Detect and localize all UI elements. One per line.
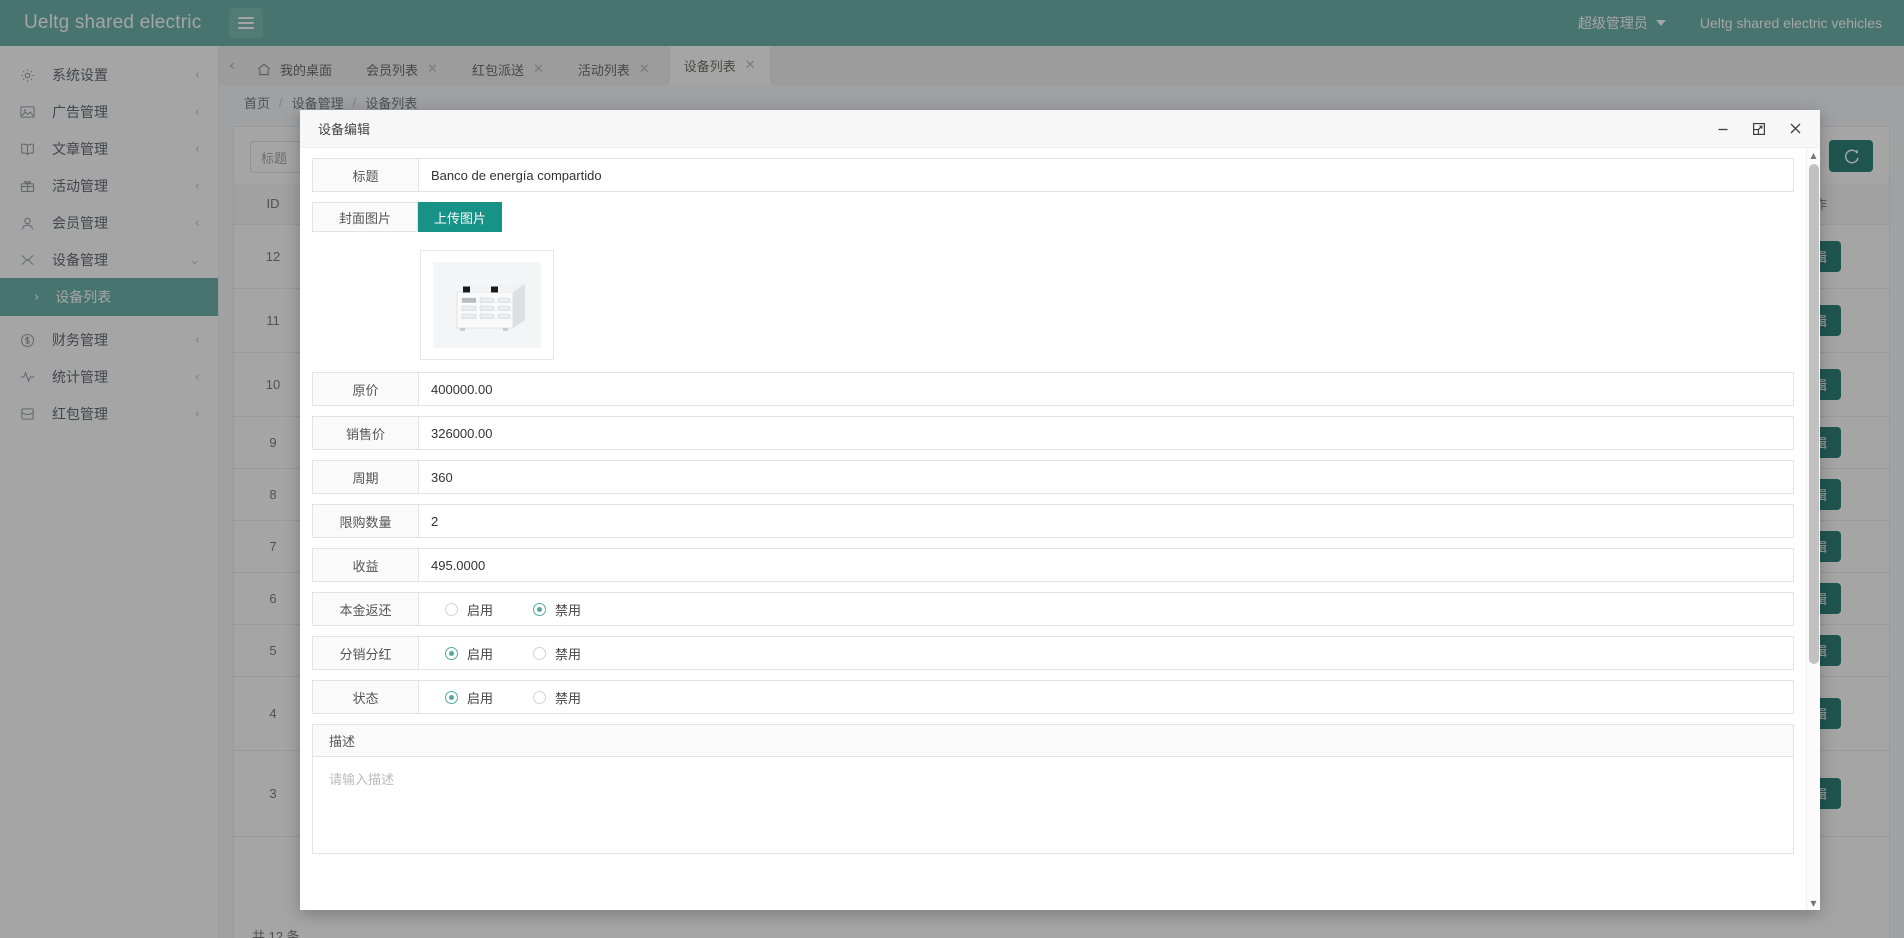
distribution-dividend-radio-group: 启用 禁用 [431,644,581,663]
field-label-income: 收益 [313,549,419,581]
field-label-purchase-limit: 限购数量 [313,505,419,537]
radio-icon-selected [445,690,458,704]
radio-label: 启用 [467,646,494,662]
modal-form: 标题 Banco de energía compartido 封面图片 上传图片 [300,148,1806,910]
form-row-sale-price: 销售价 326000.00 [312,416,1794,450]
field-label-original-price: 原价 [313,373,419,405]
field-label-description: 描述 [313,725,1793,757]
close-button[interactable] [1780,115,1810,143]
radio-icon [445,602,458,616]
principal-return-disable-option[interactable]: 禁用 [533,600,581,619]
field-label-cover-image: 封面图片 [312,202,418,232]
principal-return-enable-option[interactable]: 启用 [445,600,493,619]
modal-body: 标题 Banco de energía compartido 封面图片 上传图片 [300,148,1820,910]
radio-icon-selected [533,602,547,616]
radio-icon [533,690,547,704]
triangle-up-icon[interactable]: ▲ [1807,148,1820,162]
field-label-sale-price: 销售价 [313,417,419,449]
sale-price-input[interactable]: 326000.00 [419,417,1793,449]
close-icon [1790,123,1800,134]
radio-label: 禁用 [555,602,582,618]
modal-header: 设备编辑 [300,110,1820,148]
form-row-original-price: 原价 400000.00 [312,372,1794,406]
purchase-limit-input[interactable]: 2 [419,505,1793,537]
minimize-icon [1718,128,1728,130]
modal-title: 设备编辑 [318,122,371,137]
modal-scrollbar[interactable]: ▲ ▼ [1806,148,1820,910]
device-edit-modal: 设备编辑 标题 Banco de energía compartido 封面图片… [300,110,1820,910]
app-root: Ueltg shared electric 超级管理员 Ueltg shared… [0,0,1904,938]
form-row-purchase-limit: 限购数量 2 [312,504,1794,538]
maximize-icon [1753,122,1766,135]
distribution-dividend-disable-option[interactable]: 禁用 [533,644,581,663]
description-box: 描述 请输入描述 [312,724,1794,854]
power-bank-station-image [433,262,541,348]
maximize-button[interactable] [1744,115,1774,143]
status-radio-group: 启用 禁用 [431,688,581,707]
form-row-principal-return: 本金返还 启用 禁用 [312,592,1794,626]
description-textarea[interactable]: 请输入描述 [313,757,1793,853]
cover-image-row: 封面图片 上传图片 [312,202,1794,232]
minimize-button[interactable] [1708,115,1738,143]
form-row-income: 收益 495.0000 [312,548,1794,582]
radio-label: 禁用 [555,690,582,706]
radio-icon [533,646,547,660]
income-input[interactable]: 495.0000 [419,549,1793,581]
principal-return-radio-group: 启用 禁用 [431,600,581,619]
radio-label: 启用 [467,602,494,618]
form-row-status: 状态 启用 禁用 [312,680,1794,714]
distribution-dividend-enable-option[interactable]: 启用 [445,644,493,663]
cover-thumbnail[interactable] [420,250,554,360]
original-price-input[interactable]: 400000.00 [419,373,1793,405]
field-label-period: 周期 [313,461,419,493]
triangle-down-icon[interactable]: ▼ [1807,896,1820,910]
status-disable-option[interactable]: 禁用 [533,688,581,707]
field-label-status: 状态 [313,681,419,713]
scrollbar-thumb[interactable] [1809,164,1819,664]
modal-window-controls [1708,115,1810,143]
form-row-distribution-dividend: 分销分红 启用 禁用 [312,636,1794,670]
title-input[interactable]: Banco de energía compartido [419,159,1793,191]
form-row-title: 标题 Banco de energía compartido [312,158,1794,192]
period-input[interactable]: 360 [419,461,1793,493]
field-label-title: 标题 [313,159,419,191]
status-enable-option[interactable]: 启用 [445,688,493,707]
cover-thumbnail-wrap [312,236,1794,372]
radio-label: 禁用 [555,646,582,662]
radio-label: 启用 [467,690,494,706]
field-label-principal-return: 本金返还 [313,593,419,625]
radio-icon-selected [445,646,458,660]
upload-image-button[interactable]: 上传图片 [418,202,503,232]
form-row-period: 周期 360 [312,460,1794,494]
field-label-distribution-dividend: 分销分红 [313,637,419,669]
